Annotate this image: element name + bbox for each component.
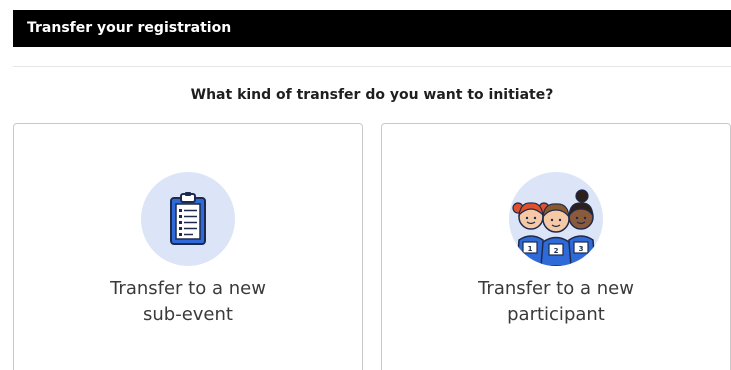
participant-label-line1: Transfer to a new [478,278,634,299]
page-header: Transfer your registration [13,10,731,47]
sub-event-option-label: Transfer to a new sub-event [14,276,362,328]
sub-event-label-line2: sub-event [143,304,233,325]
participant-option-label: Transfer to a new participant [382,276,730,328]
transfer-sub-event-option[interactable]: Transfer to a new sub-event [13,123,363,370]
transfer-participant-option[interactable]: 1 2 3 Transfer to a new participant [381,123,731,370]
bib-number-1: 1 [528,245,533,253]
bib-number-3: 3 [579,245,584,253]
runner-right-figure [566,189,596,266]
header-title: Transfer your registration [27,20,232,36]
header-divider [13,66,731,67]
clipboard-icon [141,172,235,266]
sub-event-label-line1: Transfer to a new [110,278,266,299]
bib-number-2: 2 [554,247,559,255]
participant-label-line2: participant [507,304,605,325]
participants-icon: 1 2 3 [509,172,603,266]
transfer-question: What kind of transfer do you want to ini… [190,87,554,103]
runner-center-figure [540,203,572,266]
